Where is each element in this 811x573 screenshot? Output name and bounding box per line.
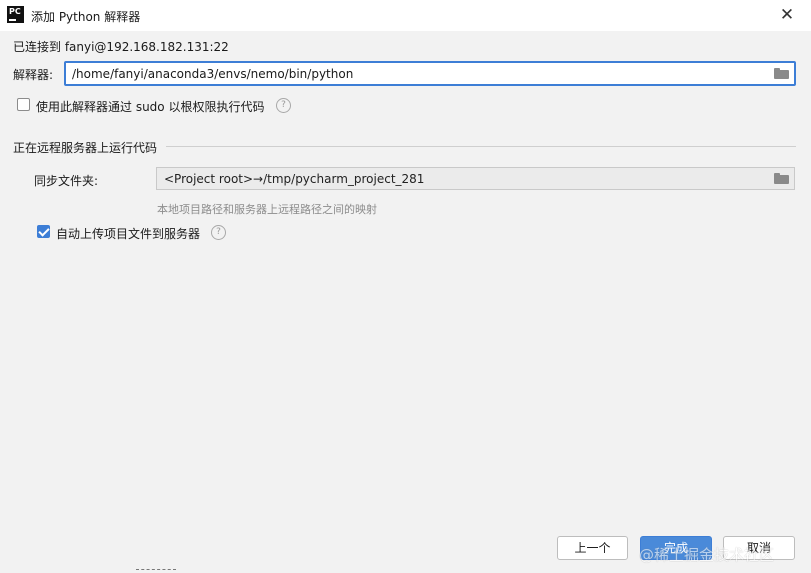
watermark: @稀土掘金技术社区	[639, 546, 775, 564]
sudo-help-icon[interactable]: ?	[276, 98, 291, 113]
sync-folder-hint: 本地项目路径和服务器上远程路径之间的映射	[157, 203, 377, 216]
interpreter-path-input[interactable]: /home/fanyi/anaconda3/envs/nemo/bin/pyth…	[64, 61, 796, 86]
interpreter-path-value: /home/fanyi/anaconda3/envs/nemo/bin/pyth…	[72, 67, 354, 81]
title-bar: PC 添加 Python 解释器 ✕	[0, 0, 811, 31]
sync-folder-value: <Project root>→/tmp/pycharm_project_281	[164, 172, 425, 186]
remote-section-title: 正在远程服务器上运行代码	[13, 141, 158, 155]
interpreter-label: 解释器:	[13, 68, 54, 82]
sync-folder-label: 同步文件夹:	[34, 174, 99, 188]
window-title: 添加 Python 解释器	[31, 10, 141, 24]
pycharm-logo-icon: PC	[7, 6, 24, 23]
auto-upload-help-icon[interactable]: ?	[211, 225, 226, 240]
sudo-checkbox[interactable]	[17, 98, 30, 111]
section-divider	[166, 146, 796, 147]
sync-browse-folder-icon[interactable]	[774, 173, 790, 185]
auto-upload-checkbox[interactable]	[37, 225, 50, 238]
auto-upload-label: 自动上传项目文件到服务器	[56, 227, 201, 241]
resize-edge	[136, 569, 176, 573]
previous-button[interactable]: 上一个	[557, 536, 628, 560]
sync-folder-field[interactable]: <Project root>→/tmp/pycharm_project_281	[156, 167, 795, 190]
sudo-checkbox-label: 使用此解释器通过 sudo 以根权限执行代码	[36, 100, 265, 114]
browse-folder-icon[interactable]	[774, 68, 790, 80]
close-button[interactable]: ✕	[770, 2, 804, 28]
logo-text: PC	[9, 7, 21, 16]
close-icon: ✕	[779, 5, 795, 25]
connection-status: 已连接到 fanyi@192.168.182.131:22	[13, 40, 229, 54]
